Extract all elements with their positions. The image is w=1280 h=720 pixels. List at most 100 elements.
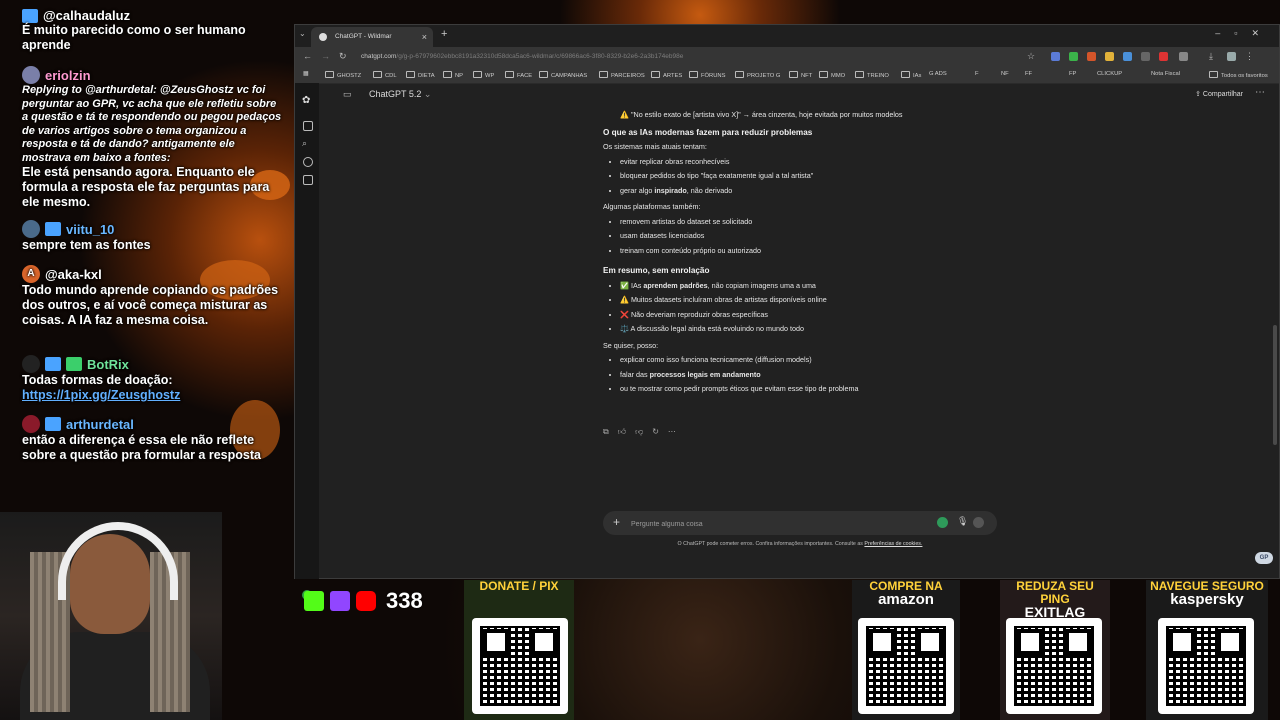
extension-icon[interactable]: [1087, 52, 1096, 61]
bookmark-folder[interactable]: IAs: [901, 71, 921, 79]
tab-search-icon[interactable]: ⌄: [299, 29, 306, 38]
bookmark-folder[interactable]: FACE: [505, 71, 532, 79]
webcam-feed: [0, 512, 222, 720]
copy-icon[interactable]: ⧉: [603, 427, 609, 437]
folder-icon: [473, 71, 482, 78]
bookmark-folder[interactable]: NP: [443, 71, 463, 79]
grammarly-icon[interactable]: [937, 517, 948, 528]
qr-code: [1158, 618, 1254, 714]
new-chat-icon[interactable]: [303, 121, 313, 131]
close-tab-icon[interactable]: ×: [422, 27, 427, 47]
list-item: ❌ Não deveriam reproduzir obras específi…: [620, 308, 1043, 323]
bookmark-folder[interactable]: MMO: [819, 71, 845, 79]
search-icon[interactable]: ⌕: [302, 138, 307, 149]
kick-icon: [304, 591, 324, 611]
extension-icon[interactable]: [1159, 52, 1168, 61]
star-icon[interactable]: ☆: [1027, 51, 1035, 62]
thumbs-up-icon[interactable]: 👍︎: [618, 427, 626, 437]
bookmark-item[interactable]: CLICKUP: [1097, 71, 1122, 77]
bookmark-folder[interactable]: TREINO: [855, 71, 889, 79]
address-bar-row: ← → ↻ chatgpt.com/g/g-p-67979602ebbc8191…: [295, 47, 1279, 67]
chat-text: Todo mundo aprende copiando os padrões d…: [22, 283, 279, 327]
folder-icon: [689, 71, 698, 78]
bookmark-folder[interactable]: ARTES: [651, 71, 682, 79]
chat-text: sempre tem as fontes: [22, 238, 151, 252]
extension-icon[interactable]: [1105, 52, 1114, 61]
url-field[interactable]: chatgpt.com/g/g-p-67979602ebbc8191a32310…: [361, 50, 1021, 64]
bookmark-item[interactable]: G ADS: [929, 71, 947, 77]
scrollbar[interactable]: [1273, 325, 1277, 445]
folder-icon: [735, 71, 744, 78]
bookmark-folder[interactable]: PROJETO G: [735, 71, 780, 79]
all-bookmarks[interactable]: Todos os favoritos: [1209, 71, 1268, 79]
new-tab-icon[interactable]: +: [441, 28, 447, 40]
bookmark-folder[interactable]: CDL: [373, 71, 397, 79]
extensions-puzzle-icon[interactable]: [1179, 52, 1188, 61]
profile-icon[interactable]: [1227, 52, 1236, 61]
bookmark-item[interactable]: Nota Fiscal: [1151, 71, 1180, 77]
bookmark-item[interactable]: FF: [1025, 71, 1032, 77]
thumbs-down-icon[interactable]: 👎︎: [635, 427, 643, 437]
avatar: [22, 355, 40, 373]
kaspersky-card: NAVEGUE SEGURO kaspersky: [1146, 580, 1268, 720]
model-selector[interactable]: ChatGPT 5.2 ⌄: [369, 89, 431, 100]
openai-logo-icon[interactable]: ✿: [302, 95, 310, 106]
share-button[interactable]: ⇪ Compartilhar: [1195, 90, 1243, 98]
microphone-icon[interactable]: 🎙︎: [957, 516, 968, 527]
apps-icon[interactable]: ▦: [303, 71, 308, 77]
chat-message: @calhaudaluz É muito parecido como o ser…: [22, 8, 282, 53]
bookmark-folder[interactable]: FÓRUNS: [689, 71, 725, 79]
extension-icon[interactable]: [1123, 52, 1132, 61]
add-attachment-icon[interactable]: +: [613, 515, 620, 529]
chevron-down-icon: ⌄: [423, 89, 432, 99]
forward-icon[interactable]: →: [321, 51, 330, 61]
bookmark-folder[interactable]: DIETA: [406, 71, 435, 79]
avatar: [22, 66, 40, 84]
avatar: [22, 415, 40, 433]
back-icon[interactable]: ←: [303, 51, 312, 61]
menu-icon[interactable]: ⋮: [1245, 51, 1254, 62]
folder-icon: [406, 71, 415, 78]
bookmark-item[interactable]: FP: [1069, 71, 1076, 77]
list-item: falar das processos legais em andamento: [620, 368, 1043, 383]
prompt-input[interactable]: [629, 516, 923, 532]
youtube-icon: [356, 591, 376, 611]
bookmark-folder[interactable]: GHOSTZ: [325, 71, 361, 79]
bookmark-folder[interactable]: NFT: [789, 71, 812, 79]
download-icon[interactable]: ⤓: [1209, 51, 1213, 62]
section-heading: Em resumo, sem enrolação: [603, 266, 710, 275]
avatar: [22, 220, 40, 238]
library-icon[interactable]: [303, 175, 313, 185]
chat-link[interactable]: https://1pix.gg/Zeusghostz: [22, 388, 282, 403]
bookmark-folder[interactable]: WP: [473, 71, 494, 79]
reload-icon[interactable]: ↻: [339, 51, 347, 62]
extension-icon[interactable]: [1141, 52, 1150, 61]
folder-icon: [1209, 71, 1218, 78]
cookie-preferences-link[interactable]: Preferências de cookies.: [864, 541, 922, 547]
list-item: ou te mostrar como pedir prompts éticos …: [620, 382, 1043, 397]
stream-chat: @calhaudaluz É muito parecido como o ser…: [0, 0, 292, 470]
bookmark-item[interactable]: F: [975, 71, 979, 77]
chat-username: arthurdetal: [66, 416, 134, 432]
images-icon[interactable]: [303, 157, 313, 167]
extension-icon[interactable]: [1051, 52, 1060, 61]
regenerate-icon[interactable]: ↻: [652, 427, 659, 437]
more-options-icon[interactable]: ⋯: [1255, 87, 1265, 98]
chat-username: @aka-kxl: [45, 266, 102, 282]
folder-icon: [789, 71, 798, 78]
composer: + 🎙︎: [603, 511, 997, 535]
bookmark-folder[interactable]: CAMPANHAS: [539, 71, 587, 79]
bookmark-folder[interactable]: PARCEIROS: [599, 71, 645, 79]
window-controls[interactable]: –▫✕: [1215, 28, 1273, 39]
amazon-logo: amazon: [878, 591, 934, 608]
voice-mode-icon[interactable]: [973, 517, 984, 528]
section-heading: O que as IAs modernas fazem para reduzir…: [603, 127, 813, 137]
chat-text: Ele está pensando agora. Enquanto ele fo…: [22, 165, 270, 209]
more-icon[interactable]: ⋯: [668, 427, 676, 437]
bookmark-item[interactable]: NF: [1001, 71, 1009, 77]
tab-chatgpt[interactable]: ChatGPT - Wildmar ×: [311, 27, 433, 47]
project-folder-icon[interactable]: ▭: [343, 89, 352, 100]
chat-message: eriolzin Replying to @arthurdetal: @Zeus…: [22, 66, 282, 210]
extension-icon[interactable]: [1069, 52, 1078, 61]
list-item: ⚠️ Muitos datasets incluíram obras de ar…: [620, 293, 1043, 308]
